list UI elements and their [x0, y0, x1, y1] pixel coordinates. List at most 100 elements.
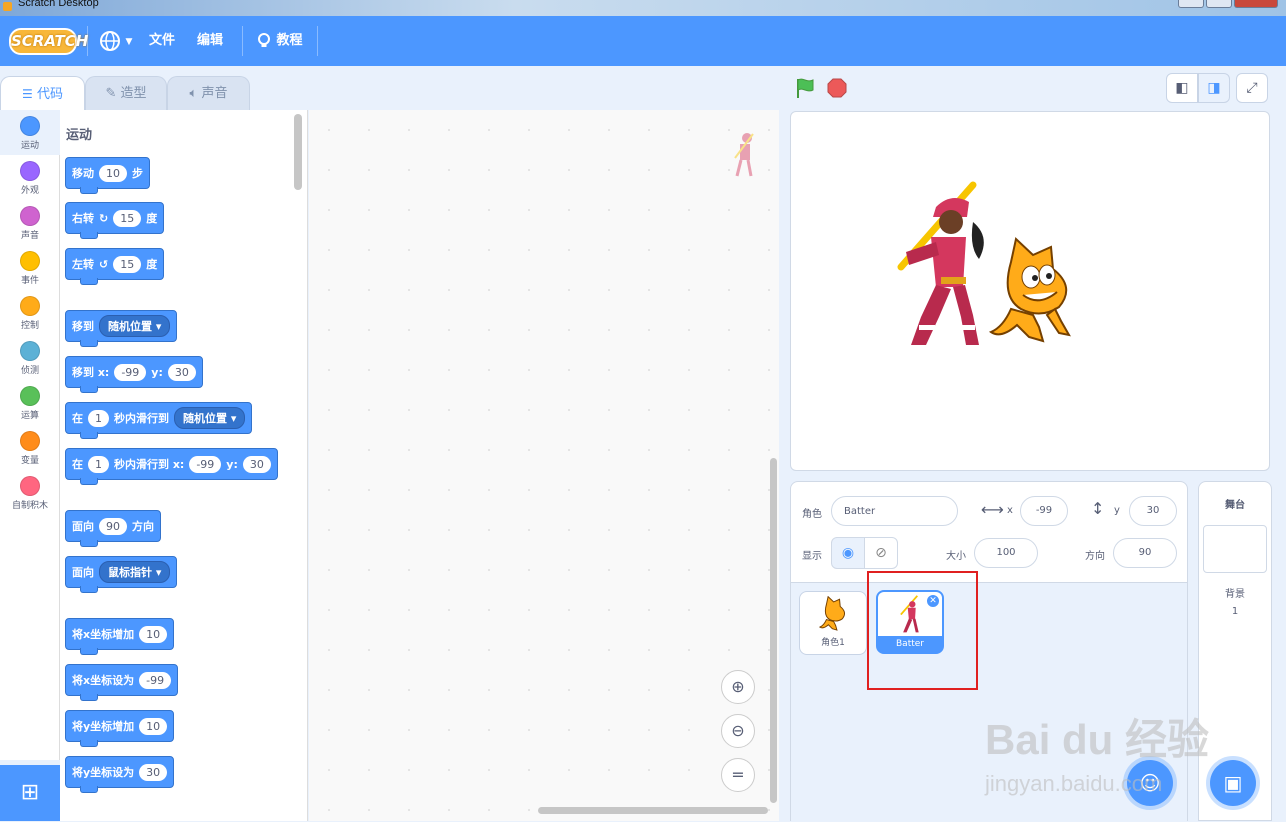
block-change-y[interactable]: 将y坐标增加 10: [65, 710, 175, 747]
block-glide-to[interactable]: 在 1 秒内滑行到 随机位置 ▾: [65, 402, 253, 439]
palette-scrollbar[interactable]: [294, 114, 302, 190]
category-1[interactable]: 外观: [0, 155, 60, 200]
block-dropdown[interactable]: 随机位置 ▾: [99, 315, 171, 337]
window-titlebar: Scratch Desktop: [0, 0, 1286, 16]
block-turn-left[interactable]: 左转 ↺ 15 度: [65, 248, 165, 285]
category-3[interactable]: 事件: [0, 245, 60, 290]
brush-icon: ✎: [105, 86, 117, 101]
category-5[interactable]: 侦测: [0, 335, 60, 380]
sprite-name-input[interactable]: [831, 496, 958, 526]
block-text: 将y坐标设为: [72, 766, 135, 779]
block-dropdown[interactable]: 鼠标指针 ▾: [99, 561, 171, 583]
stage-canvas[interactable]: [790, 111, 1270, 471]
large-stage-button[interactable]: ◨: [1198, 73, 1230, 103]
category-2[interactable]: 声音: [0, 200, 60, 245]
block-input[interactable]: 30: [242, 455, 271, 473]
zoom-reset-icon: =: [731, 765, 745, 784]
eye-icon: ◉: [841, 545, 855, 561]
category-color-dot: [20, 386, 40, 406]
category-6[interactable]: 运算: [0, 380, 60, 425]
tutorials-menu[interactable]: 教程: [256, 16, 303, 66]
x-label: x: [1007, 505, 1013, 516]
edit-menu[interactable]: 编辑: [197, 16, 223, 66]
direction-field[interactable]: 90: [1113, 538, 1177, 568]
category-color-dot: [20, 431, 40, 451]
scratch-logo[interactable]: SCRATCH: [9, 28, 88, 55]
category-4[interactable]: 控制: [0, 290, 60, 335]
tab-costumes[interactable]: ✎ 造型: [85, 76, 167, 110]
maximize-button[interactable]: [1206, 0, 1232, 8]
stop-icon[interactable]: [827, 78, 847, 98]
y-position-field[interactable]: 30: [1129, 496, 1177, 526]
block-goto[interactable]: 移到 随机位置 ▾: [65, 310, 178, 347]
file-menu[interactable]: 文件: [149, 16, 175, 66]
block-set-x[interactable]: 将x坐标设为 -99: [65, 664, 179, 701]
hide-sprite-button[interactable]: ⊘: [864, 537, 898, 569]
block-goto-xy[interactable]: 移到 x: -99 y: 30: [65, 356, 203, 393]
category-color-dot: [20, 251, 40, 271]
tab-code[interactable]: ☰ 代码: [0, 76, 85, 110]
block-set-y[interactable]: 将y坐标设为 30: [65, 756, 175, 793]
block-input[interactable]: 90: [99, 517, 127, 535]
annotation-highlight-box: [867, 571, 978, 690]
small-stage-button[interactable]: ◧: [1166, 73, 1198, 103]
green-flag-icon[interactable]: [794, 77, 816, 99]
block-move-steps[interactable]: 移动 10 步: [65, 157, 150, 194]
x-position-field[interactable]: -99: [1020, 496, 1068, 526]
workspace-scrollbar-vertical[interactable]: [770, 458, 777, 803]
palette-section-title: 运动: [66, 128, 93, 143]
backdrop-thumbnail[interactable]: [1203, 525, 1267, 573]
category-color-dot: [20, 116, 40, 136]
editor-tabs: ☰ 代码 ✎ 造型 🔈︎ 声音: [0, 66, 780, 110]
block-input[interactable]: -99: [139, 671, 172, 689]
zoom-in-button[interactable]: ⊕: [721, 670, 755, 704]
sprite-thumb-cat[interactable]: 角色1: [799, 591, 867, 655]
size-field[interactable]: 100: [974, 538, 1038, 568]
sprite-name-label: 角色: [802, 509, 822, 520]
block-dropdown[interactable]: 随机位置 ▾: [174, 407, 246, 429]
workspace-scrollbar-horizontal[interactable]: [538, 807, 768, 814]
block-input[interactable]: 1: [88, 455, 109, 473]
backdrops-count: 1: [1231, 606, 1239, 617]
code-workspace[interactable]: [309, 110, 779, 821]
category-color-dot: [20, 296, 40, 316]
block-input[interactable]: -99: [189, 455, 222, 473]
block-change-x[interactable]: 将x坐标增加 10: [65, 618, 175, 655]
code-icon: ☰: [22, 87, 33, 101]
block-turn-right[interactable]: 右转 ↻ 15 度: [65, 202, 165, 239]
add-extension-button[interactable]: ⊞: [0, 765, 60, 821]
fullscreen-button[interactable]: ⤢: [1236, 73, 1268, 103]
category-color-dot: [20, 206, 40, 226]
block-input[interactable]: 30: [167, 363, 196, 381]
category-0[interactable]: 运动: [0, 110, 60, 155]
backdrops-label: 背景: [1225, 589, 1245, 600]
direction-label: 方向: [1085, 551, 1105, 562]
block-input[interactable]: -99: [114, 363, 147, 381]
tab-sounds[interactable]: 🔈︎ 声音: [167, 76, 250, 110]
fullscreen-icon: ⤢: [1246, 80, 1258, 96]
block-input[interactable]: 15: [113, 255, 142, 273]
block-input[interactable]: 30: [139, 763, 168, 781]
show-sprite-button[interactable]: ◉: [831, 537, 865, 569]
block-input[interactable]: 10: [99, 164, 127, 182]
cat-sprite: [988, 237, 1071, 343]
zoom-in-icon: ⊕: [731, 677, 745, 696]
block-point-towards[interactable]: 面向 鼠标指针 ▾: [65, 556, 178, 593]
block-input[interactable]: 1: [88, 409, 109, 427]
vertical-arrows-icon: ↕: [1091, 499, 1105, 518]
category-7[interactable]: 变量: [0, 425, 60, 470]
zoom-out-button[interactable]: ⊖: [721, 714, 755, 748]
block-input[interactable]: 15: [113, 209, 142, 227]
block-input[interactable]: 10: [139, 625, 168, 643]
close-window-button[interactable]: [1234, 0, 1278, 8]
block-point-direction[interactable]: 面向 90 方向: [65, 510, 161, 547]
block-text: 面向: [72, 566, 94, 579]
zoom-reset-button[interactable]: =: [721, 758, 755, 792]
block-input[interactable]: 10: [139, 717, 168, 735]
minimize-button[interactable]: [1178, 0, 1204, 8]
language-menu[interactable]: ▼: [99, 16, 132, 66]
block-text: 移到: [72, 320, 94, 333]
category-8[interactable]: 自制积木: [0, 470, 60, 515]
block-glide-xy[interactable]: 在 1 秒内滑行到 x: -99 y: 30: [65, 448, 278, 485]
horizontal-arrows-icon: ⟷: [981, 500, 1004, 519]
